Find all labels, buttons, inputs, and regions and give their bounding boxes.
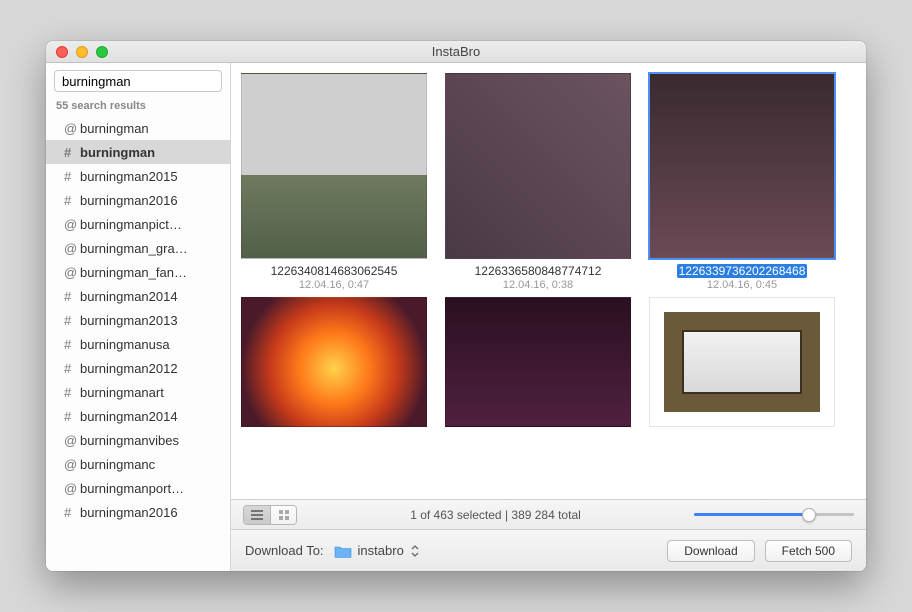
- bottom-toolbar: Download To: instabro Download Fetch 500: [231, 529, 866, 571]
- download-button[interactable]: Download: [667, 540, 754, 562]
- search-result-item[interactable]: #burningman2013: [46, 308, 230, 332]
- download-folder-name: instabro: [358, 543, 404, 558]
- search-result-item[interactable]: @burningmanport…: [46, 476, 230, 500]
- search-result-item[interactable]: #burningmanart: [46, 380, 230, 404]
- search-result-item[interactable]: @burningmanpict…: [46, 212, 230, 236]
- download-folder-picker[interactable]: instabro: [334, 543, 420, 558]
- item-id: 1226336580848774712: [473, 264, 604, 278]
- search-result-item[interactable]: @burningmanc: [46, 452, 230, 476]
- search-result-item[interactable]: #burningman2012: [46, 356, 230, 380]
- fetch-button[interactable]: Fetch 500: [765, 540, 852, 562]
- window-title: InstaBro: [46, 44, 866, 59]
- view-toggle[interactable]: [243, 505, 297, 525]
- app-window: InstaBro 55 search results @burningman#b…: [46, 41, 866, 571]
- grid-cell[interactable]: [445, 297, 631, 427]
- search-field[interactable]: [54, 70, 222, 92]
- grid-view-button[interactable]: [270, 506, 296, 524]
- thumbnail[interactable]: [445, 73, 631, 259]
- search-result-item[interactable]: @burningman: [46, 116, 230, 140]
- grid-cell[interactable]: [241, 297, 427, 427]
- folder-icon: [334, 544, 352, 558]
- search-result-item[interactable]: @burningman_gra…: [46, 236, 230, 260]
- sidebar: 55 search results @burningman#burningman…: [46, 63, 231, 571]
- item-date: 12.04.16, 0:45: [649, 279, 835, 291]
- thumbnail[interactable]: [649, 73, 835, 259]
- search-result-item[interactable]: #burningman2014: [46, 404, 230, 428]
- thumbnail[interactable]: [241, 73, 427, 259]
- grid-cell[interactable]: [649, 297, 835, 427]
- search-result-item[interactable]: @burningman_fan…: [46, 260, 230, 284]
- thumbnail-size-slider[interactable]: [694, 513, 854, 516]
- thumbnail[interactable]: [445, 297, 631, 427]
- stepper-icon: [410, 544, 420, 558]
- main-panel: 122634081468306254512.04.16, 0:471226336…: [231, 63, 866, 571]
- search-result-item[interactable]: @burningmanvibes: [46, 428, 230, 452]
- status-bar: 1 of 463 selected | 389 284 total: [231, 499, 866, 529]
- selection-status: 1 of 463 selected | 389 284 total: [297, 508, 694, 522]
- results-count: 55 search results: [46, 98, 230, 116]
- item-id: 1226340814683062545: [269, 264, 400, 278]
- thumbnail[interactable]: [649, 297, 835, 427]
- list-icon: [251, 510, 263, 520]
- grid-cell[interactable]: 122634081468306254512.04.16, 0:47: [241, 73, 427, 291]
- search-result-item[interactable]: #burningmanusa: [46, 332, 230, 356]
- item-date: 12.04.16, 0:47: [241, 279, 427, 291]
- search-result-item[interactable]: #burningman2014: [46, 284, 230, 308]
- search-input[interactable]: [59, 74, 238, 89]
- search-result-item[interactable]: #burningman2016: [46, 500, 230, 524]
- grid-cell[interactable]: 122633973620226846812.04.16, 0:45: [649, 73, 835, 291]
- search-result-item[interactable]: #burningman2016: [46, 188, 230, 212]
- thumbnail-grid: 122634081468306254512.04.16, 0:471226336…: [231, 63, 866, 499]
- search-result-item[interactable]: #burningman: [46, 140, 230, 164]
- thumbnail[interactable]: [241, 297, 427, 427]
- search-result-item[interactable]: #burningman2015: [46, 164, 230, 188]
- grid-icon: [279, 510, 289, 520]
- search-results-list[interactable]: @burningman#burningman#burningman2015#bu…: [46, 116, 230, 571]
- item-date: 12.04.16, 0:38: [445, 279, 631, 291]
- item-id: 1226339736202268468: [677, 264, 808, 278]
- list-view-button[interactable]: [244, 506, 270, 524]
- titlebar: InstaBro: [46, 41, 866, 63]
- grid-cell[interactable]: 122633658084877471212.04.16, 0:38: [445, 73, 631, 291]
- download-to-label: Download To:: [245, 543, 324, 558]
